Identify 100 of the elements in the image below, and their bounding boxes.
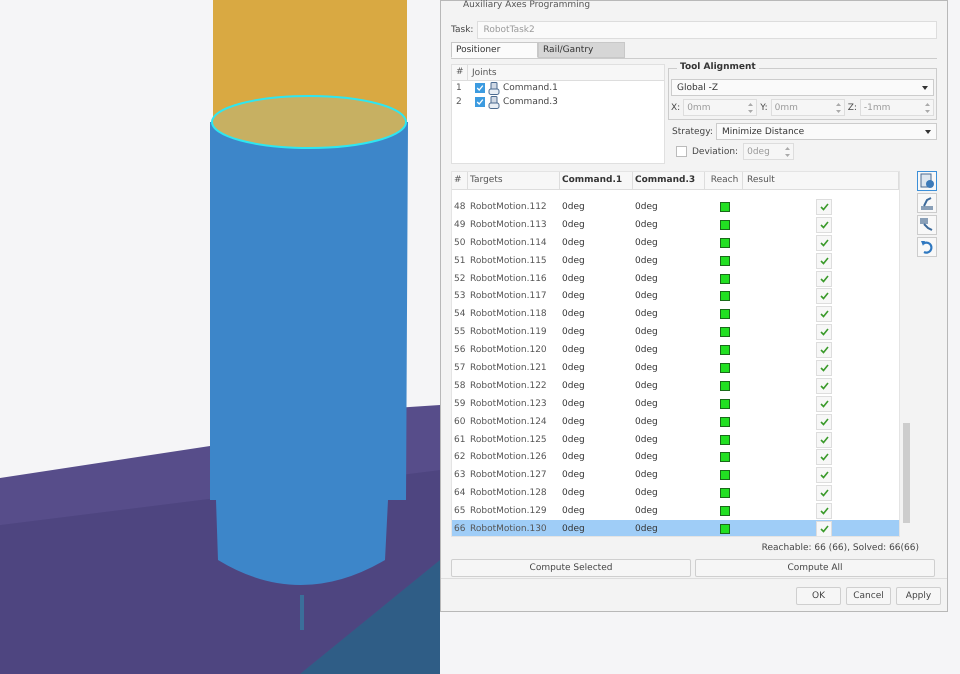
- target-name: RobotMotion.113: [469, 220, 548, 230]
- target-row[interactable]: 56 RobotMotion.120 0deg 0deg: [452, 341, 900, 360]
- target-name: RobotMotion.126: [469, 452, 548, 462]
- target-row[interactable]: 53 RobotMotion.117 0deg 0deg: [452, 287, 900, 306]
- angle-value: 0deg: [634, 220, 659, 230]
- coordinate-label: Z:: [848, 102, 857, 112]
- angle-value: 0deg: [634, 309, 659, 320]
- angle-value: 0deg: [561, 452, 586, 462]
- joint-checkbox[interactable]: [475, 97, 485, 107]
- row-number: 59: [453, 398, 466, 409]
- angle-value: 0deg: [561, 362, 586, 373]
- angle-value: 0deg: [634, 506, 659, 516]
- target-name: RobotMotion.119: [469, 327, 548, 338]
- row-number: 57: [453, 362, 466, 373]
- joint-name: Command.3: [503, 97, 558, 107]
- angle-value: 0deg: [634, 256, 659, 266]
- angle-value: 0deg: [561, 380, 586, 391]
- angle-value: 0deg: [561, 470, 586, 480]
- angle-value: 0deg: [561, 291, 586, 302]
- target-row[interactable]: 51 RobotMotion.115 0deg 0deg: [452, 252, 900, 270]
- compute-tool-icon[interactable]: [917, 171, 937, 191]
- summary-text: Reachable: 66 (66), Solved: 66(66): [760, 543, 920, 553]
- row-number: 2: [455, 97, 463, 107]
- angle-value: 0deg: [634, 434, 659, 445]
- angle-value: 0deg: [561, 345, 586, 356]
- target-name: RobotMotion.123: [469, 398, 548, 409]
- dialog-button[interactable]: Apply: [896, 587, 941, 605]
- alignment-dropdown[interactable]: Global -Z: [671, 79, 934, 96]
- group-title: Tool Alignment: [677, 62, 759, 72]
- target-row[interactable]: 52 RobotMotion.116 0deg 0deg: [452, 270, 900, 288]
- dialog-button[interactable]: Cancel: [846, 587, 891, 605]
- spinner-arrows-icon: [748, 102, 754, 112]
- angle-value: 0deg: [561, 309, 586, 320]
- angle-value: 0deg: [561, 506, 586, 516]
- angle-value: 0deg: [634, 416, 659, 427]
- spinner-arrows-icon: [924, 102, 930, 112]
- coordinate-label: X:: [671, 102, 680, 112]
- target-name: RobotMotion.120: [469, 345, 548, 356]
- target-row[interactable]: 57 RobotMotion.121 0deg 0deg: [452, 359, 900, 377]
- target-row[interactable]: 61 RobotMotion.125 0deg 0deg: [452, 430, 900, 448]
- target-row[interactable]: 66 RobotMotion.130 0deg 0deg: [452, 520, 900, 536]
- angle-value: 0deg: [634, 327, 659, 338]
- angle-value: 0deg: [634, 238, 659, 248]
- compute-button[interactable]: Compute All: [695, 559, 935, 577]
- target-row[interactable]: 64 RobotMotion.128 0deg 0deg: [452, 484, 900, 502]
- column-header: Command.3: [633, 172, 705, 189]
- target-name: RobotMotion.127: [469, 470, 548, 480]
- target-row[interactable]: 48 RobotMotion.112 0deg 0deg: [452, 198, 900, 216]
- target-row[interactable]: 54 RobotMotion.118 0deg 0deg: [452, 305, 900, 324]
- angle-value: 0deg: [561, 398, 586, 409]
- angle-value: 0deg: [634, 274, 659, 284]
- joint-name: Command.1: [503, 83, 558, 93]
- angle-value: 0deg: [561, 416, 586, 427]
- angle-value: 0deg: [634, 291, 659, 302]
- column-header: #: [452, 65, 468, 80]
- robot-tool-icon[interactable]: [917, 215, 937, 235]
- target-row[interactable]: 55 RobotMotion.119 0deg 0deg: [452, 323, 900, 342]
- angle-value: 0deg: [634, 345, 659, 356]
- target-name: RobotMotion.124: [469, 416, 548, 427]
- compute-button[interactable]: Compute Selected: [451, 559, 691, 577]
- target-row[interactable]: 62 RobotMotion.126 0deg 0deg: [452, 448, 900, 466]
- row-number: 62: [453, 452, 466, 462]
- axis-icon: [488, 82, 500, 94]
- column-header: Command.1: [560, 172, 633, 189]
- angle-value: 0deg: [561, 488, 586, 498]
- deviation-label: Deviation:: [692, 146, 738, 156]
- robot-tool-icon[interactable]: [917, 193, 937, 213]
- target-name: RobotMotion.121: [469, 362, 548, 373]
- angle-value: 0deg: [634, 202, 659, 212]
- tab[interactable]: Positioner: [451, 42, 538, 58]
- strategy-dropdown[interactable]: Minimize Distance: [716, 123, 937, 140]
- angle-value: 0deg: [561, 202, 586, 212]
- angle-value: 0deg: [561, 220, 586, 230]
- target-row[interactable]: 63 RobotMotion.127 0deg 0deg: [452, 466, 900, 484]
- row-number: 66: [453, 524, 466, 534]
- target-row[interactable]: 50 RobotMotion.114 0deg 0deg: [452, 234, 900, 252]
- row-number: 65: [453, 506, 466, 516]
- row-number: 60: [453, 416, 466, 427]
- target-name: RobotMotion.115: [469, 256, 548, 266]
- column-header: Reach: [705, 172, 743, 189]
- angle-value: 0deg: [561, 238, 586, 248]
- target-row[interactable]: 65 RobotMotion.129 0deg 0deg: [452, 502, 900, 520]
- target-row[interactable]: 58 RobotMotion.122 0deg 0deg: [452, 376, 900, 395]
- dialog-button[interactable]: OK: [796, 587, 841, 605]
- row-number: 48: [453, 202, 466, 212]
- target-row[interactable]: 60 RobotMotion.124 0deg 0deg: [452, 412, 900, 431]
- target-row[interactable]: 49 RobotMotion.113 0deg 0deg: [452, 216, 900, 234]
- target-name: RobotMotion.118: [469, 309, 548, 320]
- reset-icon[interactable]: [917, 237, 937, 257]
- target-row[interactable]: 59 RobotMotion.123 0deg 0deg: [452, 394, 900, 413]
- axis-icon: [488, 96, 500, 108]
- caret-icon: [922, 86, 928, 90]
- joint-checkbox[interactable]: [475, 83, 485, 93]
- deviation-checkbox[interactable]: [676, 146, 687, 157]
- angle-value: 0deg: [561, 434, 586, 445]
- target-name: RobotMotion.122: [469, 380, 548, 391]
- target-name: RobotMotion.130: [469, 524, 548, 534]
- tab[interactable]: Rail/Gantry: [538, 42, 625, 58]
- angle-value: 0deg: [561, 327, 586, 338]
- caret-icon: [925, 130, 931, 134]
